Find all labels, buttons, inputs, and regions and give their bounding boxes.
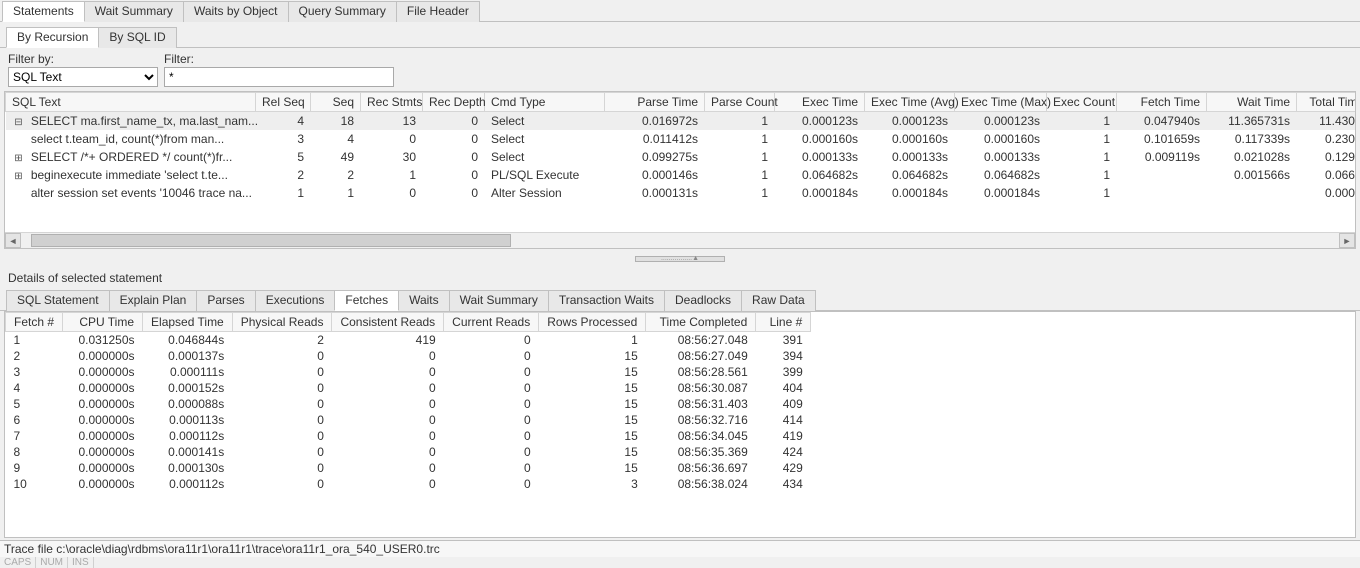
statements-grid[interactable]: SQL TextRel SeqSeqRec StmtsRec DepthCmd … (4, 91, 1356, 249)
status-bar: Trace file c:\oracle\diag\rdbms\ora11r1\… (0, 540, 1360, 557)
fetches-grid[interactable]: Fetch #CPU TimeElapsed TimePhysical Read… (4, 311, 1356, 538)
scroll-thumb[interactable] (31, 234, 511, 247)
fetch-row[interactable]: 30.000000s0.000111s0001508:56:28.561399 (6, 364, 811, 380)
status-caps: CAPS (0, 557, 36, 568)
filter-by-select[interactable]: SQL Text (8, 67, 158, 87)
stmt-row[interactable]: alter session set events '10046 trace na… (6, 184, 1357, 202)
fetch-col-elapsed-time[interactable]: Elapsed Time (143, 313, 233, 332)
stmt-col-wait-time[interactable]: Wait Time (1207, 93, 1297, 112)
detail-tab-executions[interactable]: Executions (255, 290, 336, 311)
stmt-col-cmd-type[interactable]: Cmd Type (485, 93, 605, 112)
stmt-row[interactable]: ⊞ SELECT /*+ ORDERED */ count(*)fr...549… (6, 148, 1357, 166)
tab-query-summary[interactable]: Query Summary (288, 1, 397, 22)
stmt-col-exec-count[interactable]: Exec Count (1047, 93, 1117, 112)
splitter[interactable]: ................▲ (0, 249, 1360, 269)
stmt-row[interactable]: select t.team_id, count(*)from man...340… (6, 130, 1357, 148)
stmt-col-exec-time-max-[interactable]: Exec Time (Max) (955, 93, 1047, 112)
stmt-row[interactable]: ⊟ SELECT ma.first_name_tx, ma.last_nam..… (6, 112, 1357, 131)
fetch-col-line-[interactable]: Line # (756, 313, 811, 332)
tab-waits-by-object[interactable]: Waits by Object (183, 1, 289, 22)
subtab-by-sql-id[interactable]: By SQL ID (98, 27, 176, 48)
detail-tab-deadlocks[interactable]: Deadlocks (664, 290, 742, 311)
fetch-col-current-reads[interactable]: Current Reads (444, 313, 539, 332)
stmt-col-parse-time[interactable]: Parse Time (605, 93, 705, 112)
detail-tab-raw-data[interactable]: Raw Data (741, 290, 816, 311)
tab-wait-summary[interactable]: Wait Summary (84, 1, 184, 22)
sub-tabs: By RecursionBy SQL ID (0, 22, 1360, 48)
details-title: Details of selected statement (0, 269, 1360, 287)
filter-by-label: Filter by: (8, 52, 158, 66)
detail-tab-fetches[interactable]: Fetches (334, 290, 399, 311)
stmt-row[interactable]: ⊞ beginexecute immediate 'select t.te...… (6, 166, 1357, 184)
stmt-col-exec-time-avg-[interactable]: Exec Time (Avg) (865, 93, 955, 112)
expand-icon[interactable]: ⊞ (12, 153, 26, 164)
stmt-col-seq[interactable]: Seq (311, 93, 361, 112)
fetch-row[interactable]: 40.000000s0.000152s0001508:56:30.087404 (6, 380, 811, 396)
detail-tab-explain-plan[interactable]: Explain Plan (109, 290, 198, 311)
stmt-col-rec-depth[interactable]: Rec Depth (423, 93, 485, 112)
detail-tabs: SQL StatementExplain PlanParsesExecution… (0, 287, 1360, 311)
status-text: Trace file c:\oracle\diag\rdbms\ora11r1\… (4, 542, 440, 556)
fetch-col-consistent-reads[interactable]: Consistent Reads (332, 313, 444, 332)
fetch-row[interactable]: 10.031250s0.046844s24190108:56:27.048391 (6, 332, 811, 349)
collapse-icon[interactable]: ⊟ (12, 117, 26, 128)
detail-tab-waits[interactable]: Waits (398, 290, 450, 311)
stmt-col-sql-text[interactable]: SQL Text (6, 93, 256, 112)
fetch-col-time-completed[interactable]: Time Completed (646, 313, 756, 332)
fetch-row[interactable]: 60.000000s0.000113s0001508:56:32.716414 (6, 412, 811, 428)
fetch-row[interactable]: 100.000000s0.000112s000308:56:38.024434 (6, 476, 811, 492)
detail-tab-transaction-waits[interactable]: Transaction Waits (548, 290, 665, 311)
filter-input[interactable] (164, 67, 394, 87)
fetch-row[interactable]: 80.000000s0.000141s0001508:56:35.369424 (6, 444, 811, 460)
fetch-col-fetch-[interactable]: Fetch # (6, 313, 63, 332)
tab-statements[interactable]: Statements (2, 1, 85, 22)
fetch-row[interactable]: 90.000000s0.000130s0001508:56:36.697429 (6, 460, 811, 476)
fetch-row[interactable]: 20.000000s0.000137s0001508:56:27.049394 (6, 348, 811, 364)
stmt-col-parse-count[interactable]: Parse Count (705, 93, 775, 112)
subtab-by-recursion[interactable]: By Recursion (6, 27, 99, 48)
scroll-right-button[interactable]: ► (1339, 233, 1355, 248)
detail-tab-wait-summary[interactable]: Wait Summary (449, 290, 549, 311)
fetch-col-rows-processed[interactable]: Rows Processed (539, 313, 646, 332)
h-scrollbar[interactable]: ◄ ► (5, 232, 1355, 248)
tab-file-header[interactable]: File Header (396, 1, 480, 22)
detail-tab-parses[interactable]: Parses (196, 290, 255, 311)
filter-row: Filter by: SQL Text Filter: (0, 48, 1360, 89)
status-num: NUM (36, 557, 68, 568)
stmt-col-rec-stmts[interactable]: Rec Stmts (361, 93, 423, 112)
fetch-row[interactable]: 50.000000s0.000088s0001508:56:31.403409 (6, 396, 811, 412)
fetch-col-physical-reads[interactable]: Physical Reads (232, 313, 332, 332)
expand-icon[interactable]: ⊞ (12, 171, 26, 182)
stmt-col-exec-time[interactable]: Exec Time (775, 93, 865, 112)
main-tabs: StatementsWait SummaryWaits by ObjectQue… (0, 0, 1360, 22)
status-ins: INS (68, 557, 94, 568)
stmt-col-total-time[interactable]: Total Time▼ (1297, 93, 1357, 112)
stmt-col-rel-seq[interactable]: Rel Seq (256, 93, 311, 112)
scroll-track[interactable] (21, 233, 1339, 248)
fetch-col-cpu-time[interactable]: CPU Time (63, 313, 143, 332)
detail-tab-sql-statement[interactable]: SQL Statement (6, 290, 110, 311)
status-indicators: CAPSNUMINS (0, 557, 1360, 568)
stmt-col-fetch-time[interactable]: Fetch Time (1117, 93, 1207, 112)
fetch-row[interactable]: 70.000000s0.000112s0001508:56:34.045419 (6, 428, 811, 444)
scroll-left-button[interactable]: ◄ (5, 233, 21, 248)
filter-label: Filter: (164, 52, 394, 66)
